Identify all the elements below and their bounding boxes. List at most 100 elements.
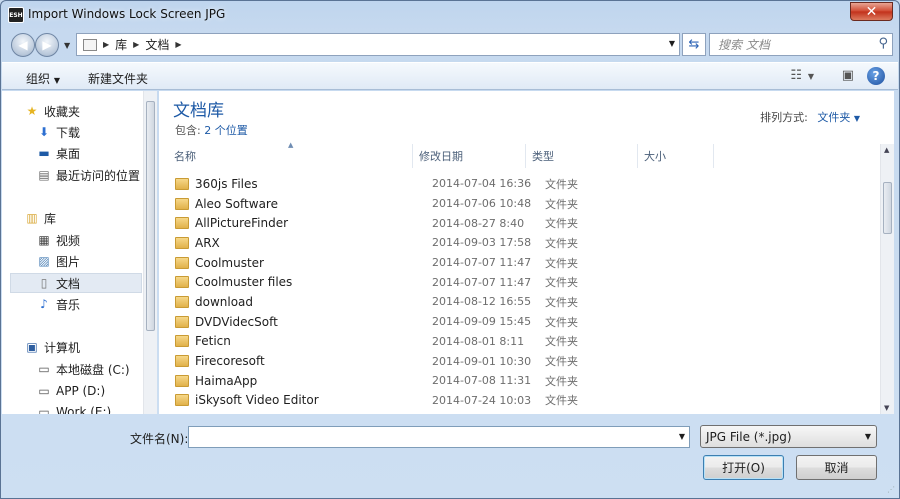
search-icon[interactable]: ⚲: [878, 36, 888, 51]
file-date: 2014-07-04 16:36: [432, 177, 532, 191]
sidebar-item-music[interactable]: ♪ 音乐: [36, 294, 157, 314]
address-dropdown-icon[interactable]: ▼: [669, 39, 675, 48]
resize-grip-icon[interactable]: ⋰: [887, 485, 895, 494]
view-options-icon[interactable]: ☷: [790, 68, 802, 83]
address-row: ◀ ▶ ▼ ▶ 库 ▶ 文档 ▶ ▼ ⇆ ⚲: [9, 32, 893, 58]
file-row[interactable]: Aleo Software 2014-07-06 10:48 文件夹: [173, 194, 873, 214]
file-row[interactable]: 360js Files 2014-07-04 16:36 文件夹: [173, 174, 873, 194]
sidebar-item-label: 下载: [56, 125, 81, 140]
sidebar-item-desktop[interactable]: ▬ 桌面: [36, 143, 157, 163]
chevron-right-icon[interactable]: ▶: [133, 40, 139, 49]
chevron-right-icon[interactable]: ▶: [175, 40, 181, 49]
navigation-scrollbar[interactable]: [143, 91, 157, 414]
filename-input[interactable]: [189, 427, 669, 447]
window-title: Import Windows Lock Screen JPG: [28, 7, 226, 21]
file-row[interactable]: HaimaApp 2014-07-08 11:31 文件夹: [173, 371, 873, 391]
sidebar-group-label: 计算机: [44, 340, 81, 355]
folder-icon: [175, 236, 189, 249]
arrange-by: 排列方式: 文件夹 ▼: [760, 109, 860, 125]
sidebar-group-label: 库: [44, 211, 57, 226]
star-icon: ★: [26, 104, 38, 118]
file-row[interactable]: Firecoresoft 2014-09-01 10:30 文件夹: [173, 351, 873, 371]
drive-icon: ▭: [38, 384, 50, 398]
file-date: 2014-07-07 11:47: [432, 275, 532, 289]
scrollbar-thumb[interactable]: [883, 182, 892, 234]
address-bar[interactable]: ▶ 库 ▶ 文档 ▶ ▼: [76, 33, 680, 56]
recent-locations-dropdown[interactable]: ▼: [64, 41, 70, 50]
sidebar-item-documents[interactable]: ▯ 文档: [10, 273, 142, 293]
sidebar-item-drive-c[interactable]: ▭ 本地磁盘 (C:): [36, 359, 157, 379]
file-date: 2014-09-01 10:30: [432, 354, 532, 368]
close-button[interactable]: ✕: [850, 2, 893, 21]
sidebar-group-favorites[interactable]: ★ 收藏夹: [24, 101, 157, 121]
file-row[interactable]: Feticn 2014-08-01 8:11 文件夹: [173, 332, 873, 352]
file-type: 文件夹: [545, 295, 578, 309]
sidebar-item-drive-e[interactable]: ▭ Work (E:): [36, 402, 157, 414]
scrollbar-thumb[interactable]: [146, 101, 155, 331]
sidebar-group-computer[interactable]: ▣ 计算机: [24, 337, 157, 357]
sidebar-item-drive-d[interactable]: ▭ APP (D:): [36, 381, 157, 401]
chevron-right-icon[interactable]: ▶: [103, 40, 109, 49]
file-date: 2014-07-07 11:47: [432, 256, 532, 270]
file-row[interactable]: download 2014-08-12 16:55 文件夹: [173, 292, 873, 312]
file-date: 2014-09-09 15:45: [432, 315, 532, 329]
file-row[interactable]: AllPictureFinder 2014-08-27 8:40 文件夹: [173, 213, 873, 233]
file-row[interactable]: ARX 2014-09-03 17:58 文件夹: [173, 233, 873, 253]
file-type: 文件夹: [545, 315, 578, 329]
computer-icon: ▣: [26, 340, 38, 354]
file-list-pane: 文档库 包含: 2 个位置 排列方式: 文件夹 ▼ ▲ 名称 修改日期 类型 大…: [159, 91, 894, 414]
column-header-size[interactable]: 大小: [638, 144, 714, 168]
navigation-pane: ★ 收藏夹 ⬇ 下载 ▬ 桌面 ▤ 最近访问的位置 ▥ 库 ▦ 视频 ▨ 图片 …: [2, 91, 157, 414]
breadcrumb-documents[interactable]: 文档: [145, 36, 169, 53]
back-button[interactable]: ◀: [11, 33, 35, 57]
file-row[interactable]: DVDVidecSoft 2014-09-09 15:45 文件夹: [173, 312, 873, 332]
open-button[interactable]: 打开(O): [703, 455, 784, 480]
scroll-down-icon[interactable]: ▼: [884, 404, 889, 412]
sidebar-item-downloads[interactable]: ⬇ 下载: [36, 122, 157, 142]
sidebar-item-recent-places[interactable]: ▤ 最近访问的位置: [36, 165, 157, 185]
recent-places-icon: ▤: [38, 168, 50, 182]
organize-button[interactable]: 组织 ▼: [26, 70, 60, 87]
file-type: 文件夹: [545, 394, 578, 408]
breadcrumb-library[interactable]: 库: [115, 36, 127, 53]
sidebar-item-label: 文档: [56, 276, 81, 291]
file-type: 文件夹: [545, 177, 578, 191]
file-type-select[interactable]: JPG File (*.jpg) ▼: [700, 425, 877, 448]
sidebar-group-libraries[interactable]: ▥ 库: [24, 208, 157, 228]
cancel-button[interactable]: 取消: [796, 455, 877, 480]
file-name: Feticn: [195, 334, 231, 349]
folder-icon: [175, 335, 189, 348]
preview-pane-icon[interactable]: ▣: [842, 68, 854, 83]
locations-link[interactable]: 2 个位置: [204, 124, 248, 137]
search-input[interactable]: [710, 34, 860, 55]
file-type: 文件夹: [545, 355, 578, 369]
file-row[interactable]: Coolmuster files 2014-07-07 11:47 文件夹: [173, 272, 873, 292]
new-folder-button[interactable]: 新建文件夹: [88, 70, 148, 87]
column-header-date[interactable]: 修改日期: [413, 144, 526, 168]
file-name: download: [195, 294, 254, 309]
search-box[interactable]: ⚲: [709, 33, 893, 56]
title-bar: ESH Import Windows Lock Screen JPG ✕: [1, 1, 899, 29]
arrange-by-dropdown[interactable]: 文件夹 ▼: [817, 111, 860, 124]
column-header-name[interactable]: 名称: [168, 144, 413, 168]
desktop-icon: ▬: [38, 146, 50, 160]
scroll-up-icon[interactable]: ▲: [884, 146, 889, 154]
sidebar-item-label: APP (D:): [56, 384, 106, 398]
chevron-down-icon[interactable]: ▼: [679, 432, 685, 441]
sidebar-item-videos[interactable]: ▦ 视频: [36, 230, 157, 250]
forward-button[interactable]: ▶: [35, 33, 59, 57]
file-name: HaimaApp: [195, 373, 258, 388]
file-list-scrollbar[interactable]: ▲ ▼: [880, 144, 894, 414]
folder-icon: [175, 355, 189, 368]
file-row[interactable]: Coolmuster 2014-07-07 11:47 文件夹: [173, 253, 873, 273]
column-header-type[interactable]: 类型: [526, 144, 638, 168]
refresh-button[interactable]: ⇆: [682, 33, 706, 56]
file-type: 文件夹: [545, 197, 578, 211]
file-row[interactable]: iSkysoft Video Editor 2014-07-24 10:03 文件夹: [173, 391, 873, 411]
sidebar-group-label: 收藏夹: [44, 104, 81, 119]
view-dropdown-icon[interactable]: ▼: [808, 72, 814, 81]
sidebar-item-pictures[interactable]: ▨ 图片: [36, 251, 157, 271]
help-icon[interactable]: ?: [867, 67, 885, 85]
music-icon: ♪: [40, 297, 48, 311]
filename-combobox[interactable]: ▼: [188, 426, 690, 448]
